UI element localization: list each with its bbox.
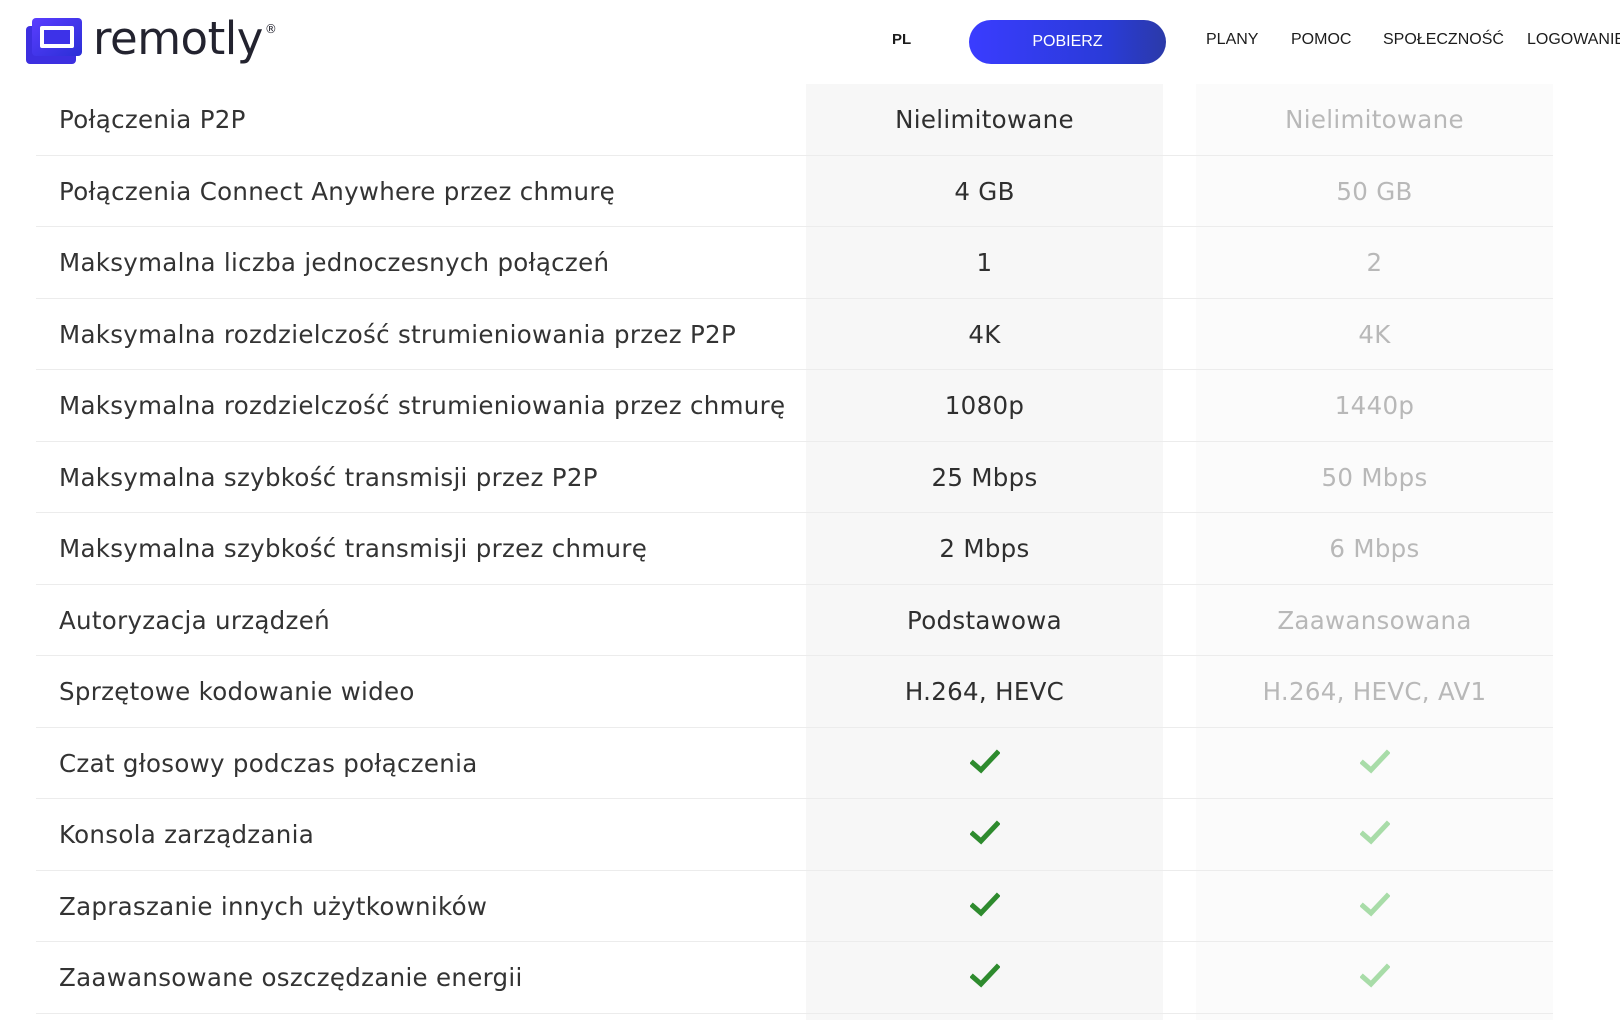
- plan-1-check: [806, 799, 1163, 870]
- plan-1-check: [806, 728, 1163, 799]
- table-row: Połączenia Connect Anywhere przez chmurę…: [36, 156, 1553, 227]
- logo[interactable]: remotly ®: [26, 16, 277, 66]
- plan-1-value: 1080p: [944, 391, 1025, 420]
- comparison-table: Połączenia P2P Nielimitowane Nielimitowane…: [36, 84, 1553, 1014]
- plan-1-value: 4K: [968, 319, 1001, 349]
- plan-2-check: [1196, 942, 1553, 1013]
- plan-2-check: [1196, 728, 1553, 799]
- table-row: Maksymalna rozdzielczość strumieniowania…: [36, 299, 1553, 370]
- feature-label: Sprzętowe kodowanie wideo: [59, 677, 415, 706]
- table-row: Połączenia P2P Nielimitowane Nielimitowane: [36, 84, 1553, 156]
- table-row: Zapraszanie innych użytkowników: [36, 871, 1553, 942]
- feature-label: Autoryzacja urządzeń: [59, 605, 330, 635]
- plan-1-value: Nielimitowane: [895, 105, 1074, 134]
- plan-2-check: [1196, 799, 1553, 870]
- remotly-logo-icon: [26, 18, 82, 64]
- table-row: Zaawansowane oszczędzanie energii: [36, 942, 1553, 1014]
- page: remotly ® PL POBIERZ PLANY POMOC SPOŁECZ…: [0, 0, 1620, 1020]
- nav-login[interactable]: LOGOWANIE: [1527, 31, 1620, 49]
- registered-mark: ®: [264, 22, 277, 36]
- check-icon: [969, 820, 1000, 845]
- plan-2-value: Nielimitowane: [1285, 105, 1464, 134]
- plan-1-value: 4 GB: [954, 176, 1015, 206]
- feature-label: Czat głosowy podczas połączenia: [59, 748, 478, 778]
- plan-1-value: 1: [976, 248, 993, 277]
- plan-1-check: [806, 942, 1163, 1013]
- feature-label: Maksymalna szybkość transmisji przez chm…: [59, 534, 648, 563]
- table-row: Maksymalna szybkość transmisji przez chm…: [36, 513, 1553, 585]
- nav-help[interactable]: POMOC: [1291, 31, 1351, 49]
- plan-2-value: Zaawansowana: [1277, 605, 1472, 635]
- nav-plans[interactable]: PLANY: [1206, 31, 1258, 49]
- feature-label: Maksymalna liczba jednoczesnych połączeń: [59, 248, 610, 277]
- check-icon: [1359, 820, 1390, 845]
- feature-label: Zaawansowane oszczędzanie energii: [59, 963, 523, 992]
- check-icon: [969, 748, 1000, 773]
- plan-2-check: [1196, 871, 1553, 942]
- plan-2-value: 6 Mbps: [1329, 534, 1420, 563]
- feature-label: Zapraszanie innych użytkowników: [59, 891, 488, 921]
- plan-2-value: 50 Mbps: [1321, 462, 1428, 492]
- header: remotly ® PL POBIERZ PLANY POMOC SPOŁECZ…: [0, 0, 1620, 82]
- plan-2-value: 50 GB: [1336, 176, 1413, 206]
- logo-text: remotly: [93, 12, 263, 65]
- table-row: Maksymalna szybkość transmisji przez P2P…: [36, 442, 1553, 513]
- check-icon: [969, 891, 1000, 916]
- check-icon: [1359, 891, 1390, 916]
- feature-label: Konsola zarządzania: [59, 820, 315, 849]
- download-button[interactable]: POBIERZ: [969, 20, 1166, 64]
- table-row: Maksymalna rozdzielczość strumieniowania…: [36, 370, 1553, 442]
- plan-2-value: H.264, HEVC, AV1: [1262, 677, 1487, 706]
- plan-1-value: H.264, HEVC: [904, 677, 1065, 706]
- check-icon: [969, 963, 1000, 988]
- table-row: Maksymalna liczba jednoczesnych połączeń…: [36, 227, 1553, 299]
- plan-2-value: 2: [1366, 248, 1383, 277]
- nav-community[interactable]: SPOŁECZNOŚĆ: [1383, 31, 1504, 49]
- table-row: Czat głosowy podczas połączenia: [36, 728, 1553, 799]
- check-icon: [1359, 963, 1390, 988]
- plan-1-value: 2 Mbps: [939, 534, 1030, 563]
- plan-2-value: 4K: [1358, 319, 1391, 349]
- plan-1-value: 25 Mbps: [931, 462, 1038, 492]
- table-row: Sprzętowe kodowanie wideo H.264, HEVC H.26…: [36, 656, 1553, 728]
- feature-label: Maksymalna rozdzielczość strumieniowania…: [59, 319, 737, 349]
- feature-label: Połączenia P2P: [59, 105, 246, 134]
- plan-2-value: 1440p: [1334, 391, 1415, 420]
- plan-1-value: Podstawowa: [907, 605, 1062, 635]
- feature-label: Maksymalna rozdzielczość strumieniowania…: [59, 391, 786, 420]
- table-row: Konsola zarządzania: [36, 799, 1553, 871]
- table-row: Autoryzacja urządzeń Podstawowa Zaawansowa…: [36, 585, 1553, 656]
- plan-1-check: [806, 871, 1163, 942]
- language-selector[interactable]: PL: [892, 31, 911, 48]
- check-icon: [1359, 748, 1390, 773]
- feature-label: Maksymalna szybkość transmisji przez P2P: [59, 462, 598, 492]
- feature-label: Połączenia Connect Anywhere przez chmurę: [59, 176, 616, 206]
